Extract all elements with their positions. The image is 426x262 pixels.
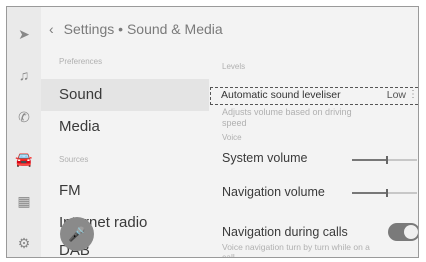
music-icon[interactable]: ♫ — [15, 66, 33, 84]
page-title: ‹ Settings • Sound & Media — [49, 21, 223, 37]
automatic-sound-leveliser-row[interactable]: Automatic sound leveliser Low ⋮ — [210, 87, 418, 105]
system-volume-label: System volume — [222, 151, 308, 165]
breadcrumb: Settings • Sound & Media — [63, 21, 223, 37]
car-icon[interactable]: 🚘 — [15, 150, 33, 168]
navigation-during-calls-label: Navigation during calls — [222, 225, 348, 239]
menu-item-sound[interactable]: Sound — [41, 79, 209, 111]
back-icon[interactable]: ‹ — [49, 21, 54, 37]
navigation-volume-thumb[interactable] — [386, 189, 388, 197]
apps-icon[interactable]: ▦ — [15, 192, 33, 210]
settings-icon[interactable]: ⚙ — [15, 234, 33, 252]
sources-heading: Sources — [59, 155, 89, 164]
menu-item-fm[interactable]: FM — [41, 175, 209, 207]
sound-settings-panel: Levels Automatic sound leveliser Low ⋮ A… — [210, 7, 418, 258]
voice-heading: Voice — [222, 133, 242, 142]
asl-value[interactable]: Low — [387, 89, 406, 101]
navigation-during-calls-toggle[interactable] — [388, 223, 418, 241]
preferences-heading: Preferences — [59, 57, 103, 66]
asl-label: Automatic sound leveliser — [221, 89, 341, 101]
system-volume-slider[interactable] — [352, 156, 417, 164]
navigation-during-calls-description: Voice navigation turn by turn while on a… — [222, 242, 370, 258]
more-options-icon[interactable]: ⋮ — [408, 89, 418, 100]
settings-screen: ➤ ♫ ✆ 🚘 ▦ ⚙ ‹ Settings • Sound & Media Pr… — [6, 6, 419, 258]
system-volume-fill — [352, 159, 386, 161]
levels-heading: Levels — [222, 62, 246, 71]
toggle-knob — [404, 225, 418, 239]
navigation-volume-slider[interactable] — [352, 189, 417, 197]
menu-item-media[interactable]: Media — [41, 111, 209, 143]
navigation-icon[interactable]: ➤ — [15, 25, 33, 43]
side-rail: ➤ ♫ ✆ 🚘 ▦ ⚙ — [7, 7, 41, 257]
asl-description: Adjusts volume based on driving speed — [222, 107, 352, 128]
navigation-volume-fill — [352, 192, 386, 194]
microphone-icon[interactable]: 🎤 — [60, 217, 94, 251]
system-volume-thumb[interactable] — [386, 156, 388, 164]
phone-icon[interactable]: ✆ — [15, 108, 33, 126]
navigation-volume-label: Navigation volume — [222, 185, 325, 199]
